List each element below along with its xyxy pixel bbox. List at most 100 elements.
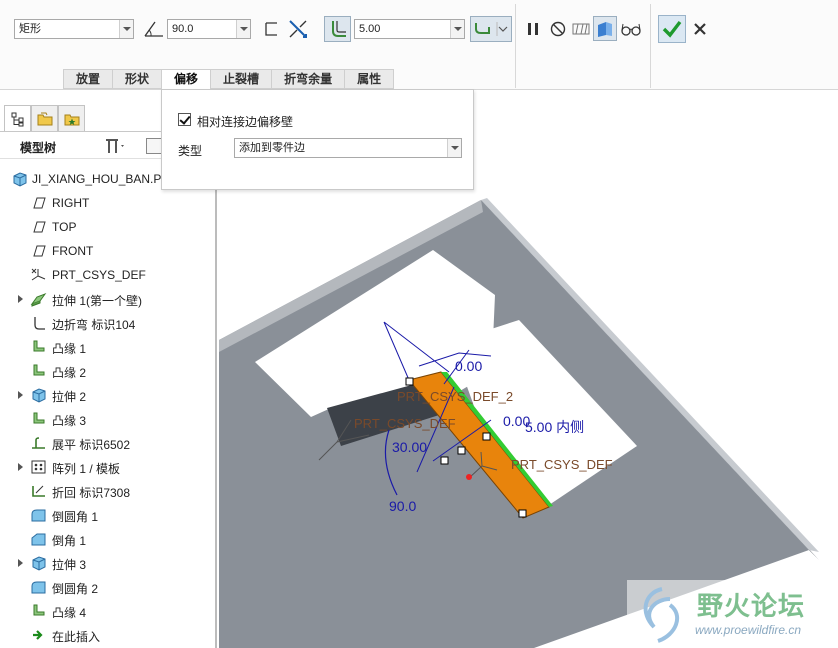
offset-type-select[interactable]: 添加到零件边 — [234, 138, 462, 158]
chevron-down-icon[interactable] — [447, 139, 461, 157]
tree-item[interactable]: 倒圆角 1 — [0, 503, 215, 527]
tree-item[interactable]: 拉伸 2 — [0, 383, 215, 407]
tree-item-label: 凸缘 1 — [52, 342, 87, 356]
tree-item-label: 阵列 1 / 模板 — [52, 462, 121, 476]
tree-item[interactable]: 凸缘 4 — [0, 599, 215, 623]
tree-item-label: 倒角 1 — [52, 534, 87, 548]
dim-radius-inside[interactable]: 5.00 内侧 — [525, 419, 584, 435]
datum-plane-icon — [30, 219, 47, 235]
expand-arrow-icon[interactable] — [18, 295, 23, 303]
angle-icon — [142, 17, 166, 41]
tree-item-label: 拉伸 1(第一个壁) — [52, 294, 143, 308]
toolbar-separator — [650, 4, 651, 88]
dim-angle-30[interactable]: 30.00 — [392, 439, 427, 455]
feature-dashboard: 矩形 90.0 5.00 放置 形状 偏移 止裂槽 折弯余量 属性 — [0, 0, 838, 90]
bend-radius-side-button[interactable] — [470, 16, 512, 42]
tree-item-label: TOP — [52, 220, 77, 234]
chamfer-icon — [30, 531, 47, 547]
expand-arrow-icon[interactable] — [18, 463, 23, 471]
tab-relief[interactable]: 止裂槽 — [210, 69, 272, 89]
chevron-down-icon[interactable] — [236, 20, 250, 38]
chevron-down-icon[interactable] — [450, 20, 464, 38]
drag-handle[interactable] — [518, 509, 527, 518]
checkmark-icon — [662, 20, 682, 38]
tree-item[interactable]: 凸缘 1 — [0, 335, 215, 359]
tree-item[interactable]: 凸缘 3 — [0, 407, 215, 431]
model-tree-icon — [11, 112, 23, 126]
tree-item[interactable]: 拉伸 1(第一个壁) — [0, 287, 215, 311]
dim-offset-a[interactable]: 0.00 — [455, 358, 482, 374]
offset-wall-label: 相对连接边偏移壁 — [197, 115, 294, 129]
dim-angle-90[interactable]: 90.0 — [389, 498, 416, 514]
tree-item[interactable]: FRONT — [0, 239, 215, 263]
bend-radius-value: 5.00 — [359, 23, 381, 35]
extrude-icon — [30, 555, 47, 571]
offset-wall-checkbox[interactable] — [178, 113, 191, 126]
tree-item[interactable]: 拉伸 3 — [0, 551, 215, 575]
tab-properties[interactable]: 属性 — [344, 69, 395, 89]
tab-offset[interactable]: 偏移 — [161, 69, 211, 90]
tree-item[interactable]: 边折弯 标识104 — [0, 311, 215, 335]
dashboard-tabs: 放置 形状 偏移 止裂槽 折弯余量 属性 — [63, 69, 395, 90]
glasses-verify-icon[interactable] — [619, 17, 643, 41]
tree-item-label: 边折弯 标识104 — [52, 318, 136, 332]
tree-item[interactable]: 阵列 1 / 模板 — [0, 455, 215, 479]
shape-type-select[interactable]: 矩形 — [14, 19, 134, 39]
folder-browser-tab[interactable] — [31, 105, 58, 131]
no-preview-icon[interactable] — [546, 17, 570, 41]
part-icon — [11, 171, 28, 187]
extrude-icon — [30, 387, 47, 403]
csys-label: PRT_CSYS_DEF_2 — [397, 389, 513, 404]
flange-icon — [30, 363, 47, 379]
tree-item[interactable]: 折回 标识7308 — [0, 479, 215, 503]
show-options-icon[interactable] — [146, 138, 162, 154]
drag-handle[interactable] — [482, 432, 491, 441]
geometry-preview-icon[interactable] — [593, 16, 617, 41]
flange-icon — [30, 339, 47, 355]
close-icon — [694, 23, 706, 35]
tab-placement[interactable]: 放置 — [63, 69, 113, 89]
pattern-icon — [30, 459, 47, 475]
tree-item-label: JI_XIANG_HOU_BAN.PI — [32, 172, 165, 186]
bend-back-icon — [30, 483, 47, 499]
tree-item[interactable]: 倒圆角 2 — [0, 575, 215, 599]
drag-handle[interactable] — [440, 456, 449, 465]
tree-item[interactable]: 倒角 1 — [0, 527, 215, 551]
insert-here-icon — [30, 627, 47, 643]
tree-item[interactable]: PRT_CSYS_DEF — [0, 263, 215, 287]
unbend-icon — [30, 435, 47, 451]
tree-settings-icon[interactable] — [104, 137, 126, 158]
tree-item[interactable]: 展平 标识6502 — [0, 431, 215, 455]
flip-direction-icon[interactable] — [286, 17, 310, 41]
expand-arrow-icon[interactable] — [18, 559, 23, 567]
tree-item-label: 展平 标识6502 — [52, 438, 131, 452]
datum-plane-icon — [30, 195, 47, 211]
bend-inside-radius-icon[interactable] — [324, 16, 351, 42]
tree-item[interactable]: 凸缘 2 — [0, 359, 215, 383]
ok-button[interactable] — [658, 15, 686, 43]
tab-bend-allowance[interactable]: 折弯余量 — [271, 69, 345, 89]
chevron-down-icon[interactable] — [119, 20, 133, 38]
tree-item[interactable]: RIGHT — [0, 191, 215, 215]
favorites-tab[interactable] — [58, 105, 85, 131]
height-dimension-icon[interactable] — [260, 17, 284, 41]
model-tree-tab[interactable] — [4, 105, 31, 131]
tree-item[interactable]: 在此插入 — [0, 623, 215, 647]
tree-item[interactable]: TOP — [0, 215, 215, 239]
bend-radius-input[interactable]: 5.00 — [354, 19, 465, 39]
tree-item-label: 倒圆角 2 — [52, 582, 99, 596]
csys-origin-marker — [466, 474, 472, 480]
angle-input[interactable]: 90.0 — [167, 19, 251, 39]
mesh-preview-icon[interactable] — [569, 17, 593, 41]
drag-handle[interactable] — [457, 446, 466, 455]
tab-shape[interactable]: 形状 — [112, 69, 162, 89]
favorites-icon — [64, 114, 79, 125]
navigator-tabs — [4, 105, 85, 131]
drag-handle[interactable] — [405, 377, 414, 386]
cancel-button[interactable] — [688, 17, 712, 41]
tree-item-label: 凸缘 3 — [52, 414, 87, 428]
angle-value: 90.0 — [172, 23, 194, 35]
expand-arrow-icon[interactable] — [18, 391, 23, 399]
tree-item-label: 在此插入 — [52, 630, 101, 644]
pause-icon[interactable] — [521, 17, 545, 41]
